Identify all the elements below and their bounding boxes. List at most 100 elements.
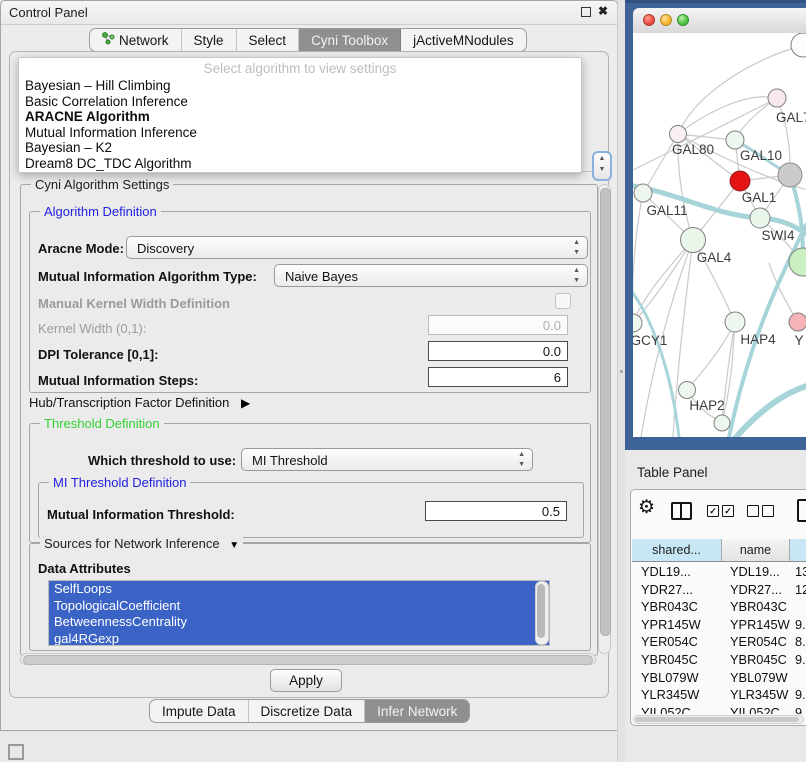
- network-node-gal10[interactable]: [726, 131, 744, 149]
- expand-right-icon[interactable]: ▶: [241, 396, 250, 410]
- network-node-gal4[interactable]: [681, 228, 706, 253]
- network-node-gray-node[interactable]: [778, 163, 802, 187]
- algorithm-option-basic-correlation-inference[interactable]: Basic Correlation Inference: [19, 94, 581, 110]
- network-edge-highlighted[interactable]: [731, 383, 806, 437]
- network-node-label-gal11: GAL11: [646, 203, 687, 218]
- network-node-gal7[interactable]: [768, 89, 786, 107]
- data-attribute-topologicalcoefficient[interactable]: TopologicalCoefficient: [49, 598, 549, 615]
- deselect-checkbox-icon[interactable]: [762, 505, 774, 517]
- columns-icon[interactable]: [671, 502, 692, 520]
- data-attribute-selfloops[interactable]: SelfLoops: [49, 581, 549, 598]
- table-row[interactable]: YBR043CYBR043C: [631, 598, 806, 616]
- cyni-bottom-tabs: Impute DataDiscretize DataInfer Network: [149, 699, 470, 723]
- aracne-mode-select[interactable]: Discovery ▲▼: [126, 236, 588, 259]
- settings-horizontal-scrollbar[interactable]: [20, 653, 596, 665]
- table-row[interactable]: YDL19...YDL19...13: [631, 563, 806, 581]
- deselect-checkbox-icon[interactable]: [747, 505, 759, 517]
- mi-algorithm-type-select[interactable]: Naive Bayes ▲▼: [274, 264, 588, 287]
- algorithm-option-aracne-algorithm[interactable]: ARACNE Algorithm: [19, 109, 581, 125]
- settings-vertical-scrollbar[interactable]: [598, 184, 611, 654]
- kernel-width-label: Kernel Width (0,1):: [38, 321, 146, 336]
- panel-divider[interactable]: [617, 0, 625, 762]
- network-node-hap2[interactable]: [679, 382, 696, 399]
- threshold-definition-legend: Threshold Definition: [40, 416, 164, 431]
- column-header-shared[interactable]: shared...: [632, 539, 722, 562]
- network-node-label-gal7: GAL7: [776, 110, 806, 125]
- network-node-top-edge-node[interactable]: [791, 33, 806, 57]
- network-node-gal80[interactable]: [670, 126, 687, 143]
- tab-discretize-data[interactable]: Discretize Data: [249, 700, 366, 722]
- new-table-icon[interactable]: [797, 499, 806, 522]
- table-cell: YLR345W: [641, 686, 721, 704]
- gear-icon[interactable]: ⚙: [638, 496, 655, 519]
- algorithm-option-dream8-dc-tdc-algorithm[interactable]: Dream8 DC_TDC Algorithm: [19, 156, 581, 172]
- apply-button[interactable]: Apply: [270, 669, 342, 692]
- table-cell: YBR043C: [730, 598, 790, 616]
- network-canvas[interactable]: GAL7GAL80GAL10GAL1GAL11SWI4GAL4GCY1HAP4Y…: [633, 33, 806, 437]
- data-attribute-betweennesscentrality[interactable]: BetweennessCentrality: [49, 614, 549, 631]
- network-node-swi4[interactable]: [750, 208, 770, 228]
- network-node-y[interactable]: [789, 313, 806, 331]
- hub-transcription-factor-section[interactable]: Hub/Transcription Factor Definition ▶: [29, 395, 250, 410]
- table-row[interactable]: YPR145WYPR145W9.: [631, 616, 806, 634]
- divider-handle[interactable]: [620, 370, 623, 373]
- table-row[interactable]: YDR27...YDR27...12: [631, 581, 806, 599]
- attributes-list-scrollbar[interactable]: [535, 581, 549, 645]
- select-all-checkbox-icon[interactable]: ✓: [707, 505, 719, 517]
- tab-infer-network[interactable]: Infer Network: [365, 700, 469, 722]
- minimize-traffic-light-icon[interactable]: [660, 14, 672, 26]
- table-horizontal-scrollbar[interactable]: [633, 715, 804, 724]
- table-row[interactable]: YBR045CYBR045C9.: [631, 651, 806, 669]
- stepper-arrows-icon: ▲▼: [573, 266, 580, 286]
- mi-algorithm-type-label: Mutual Information Algorithm Type:: [38, 269, 257, 284]
- sources-group: Sources for Network Inference ▼ Data Att…: [29, 543, 591, 651]
- zoom-traffic-light-icon[interactable]: [677, 14, 689, 26]
- tab-select[interactable]: Select: [237, 29, 300, 51]
- table-cell: YIL052C: [641, 704, 721, 714]
- mi-steps-label: Mutual Information Steps:: [38, 373, 198, 388]
- tab-style[interactable]: Style: [182, 29, 237, 51]
- table-row[interactable]: YBL079WYBL079W: [631, 669, 806, 687]
- collapse-down-icon[interactable]: ▼: [229, 540, 239, 551]
- column-header-col3[interactable]: [790, 539, 806, 562]
- table-row[interactable]: YER054CYER054C8.: [631, 633, 806, 651]
- network-node-label-y: Y: [794, 333, 803, 348]
- kernel-width-input[interactable]: 0.0: [428, 315, 568, 335]
- algorithm-combo-stepper[interactable]: ▲▼: [592, 151, 612, 181]
- close-icon[interactable]: ✖: [598, 4, 608, 18]
- table-row[interactable]: YLR345WYLR345W9.: [631, 686, 806, 704]
- network-node-gcy1[interactable]: [633, 314, 642, 332]
- cyni-algorithm-settings-group: Cyni Algorithm Settings Algorithm Defini…: [20, 184, 598, 656]
- select-all-checkbox-icon[interactable]: ✓: [722, 505, 734, 517]
- table-cell: YIL052C: [730, 704, 790, 714]
- tab-network[interactable]: Network: [90, 29, 182, 51]
- minimized-window-icon[interactable]: [8, 744, 24, 760]
- manual-kernel-width-checkbox[interactable]: [555, 293, 571, 309]
- column-header-name[interactable]: name: [722, 539, 790, 562]
- network-edge[interactable]: [678, 97, 777, 134]
- algorithm-dropdown-hint: Select algorithm to view settings: [19, 58, 581, 78]
- tab-cyni-toolbox[interactable]: Cyni Toolbox: [299, 29, 401, 51]
- data-attribute-gal4rgexp[interactable]: gal4RGexp: [49, 631, 549, 647]
- algorithm-option-mutual-information-inference[interactable]: Mutual Information Inference: [19, 125, 581, 141]
- tab-label: jActiveMNodules: [413, 33, 514, 48]
- tab-impute-data[interactable]: Impute Data: [150, 700, 249, 722]
- network-node-bottom-node[interactable]: [714, 415, 730, 431]
- mi-steps-input[interactable]: 6: [428, 367, 568, 387]
- network-node-hap4[interactable]: [725, 312, 745, 332]
- network-node-gal11[interactable]: [634, 184, 652, 202]
- close-traffic-light-icon[interactable]: [643, 14, 655, 26]
- table-row[interactable]: YIL052CYIL052C9.: [631, 704, 806, 714]
- algorithm-option-bayesian-k2[interactable]: Bayesian – K2: [19, 140, 581, 156]
- table-cell: YER054C: [641, 633, 721, 651]
- algorithm-option-bayesian-hill-climbing[interactable]: Bayesian – Hill Climbing: [19, 78, 581, 94]
- network-edge[interactable]: [687, 322, 735, 390]
- network-node-gal1[interactable]: [730, 171, 750, 191]
- which-threshold-select[interactable]: MI Threshold ▲▼: [241, 448, 533, 471]
- float-window-icon[interactable]: [581, 7, 591, 17]
- tab-jactivemnodules[interactable]: jActiveMNodules: [401, 29, 526, 51]
- tab-label: Select: [249, 33, 287, 48]
- data-attributes-list[interactable]: SelfLoopsTopologicalCoefficientBetweenne…: [48, 580, 550, 646]
- dpi-tolerance-input[interactable]: 0.0: [428, 341, 568, 361]
- mi-threshold-input[interactable]: 0.5: [425, 501, 567, 521]
